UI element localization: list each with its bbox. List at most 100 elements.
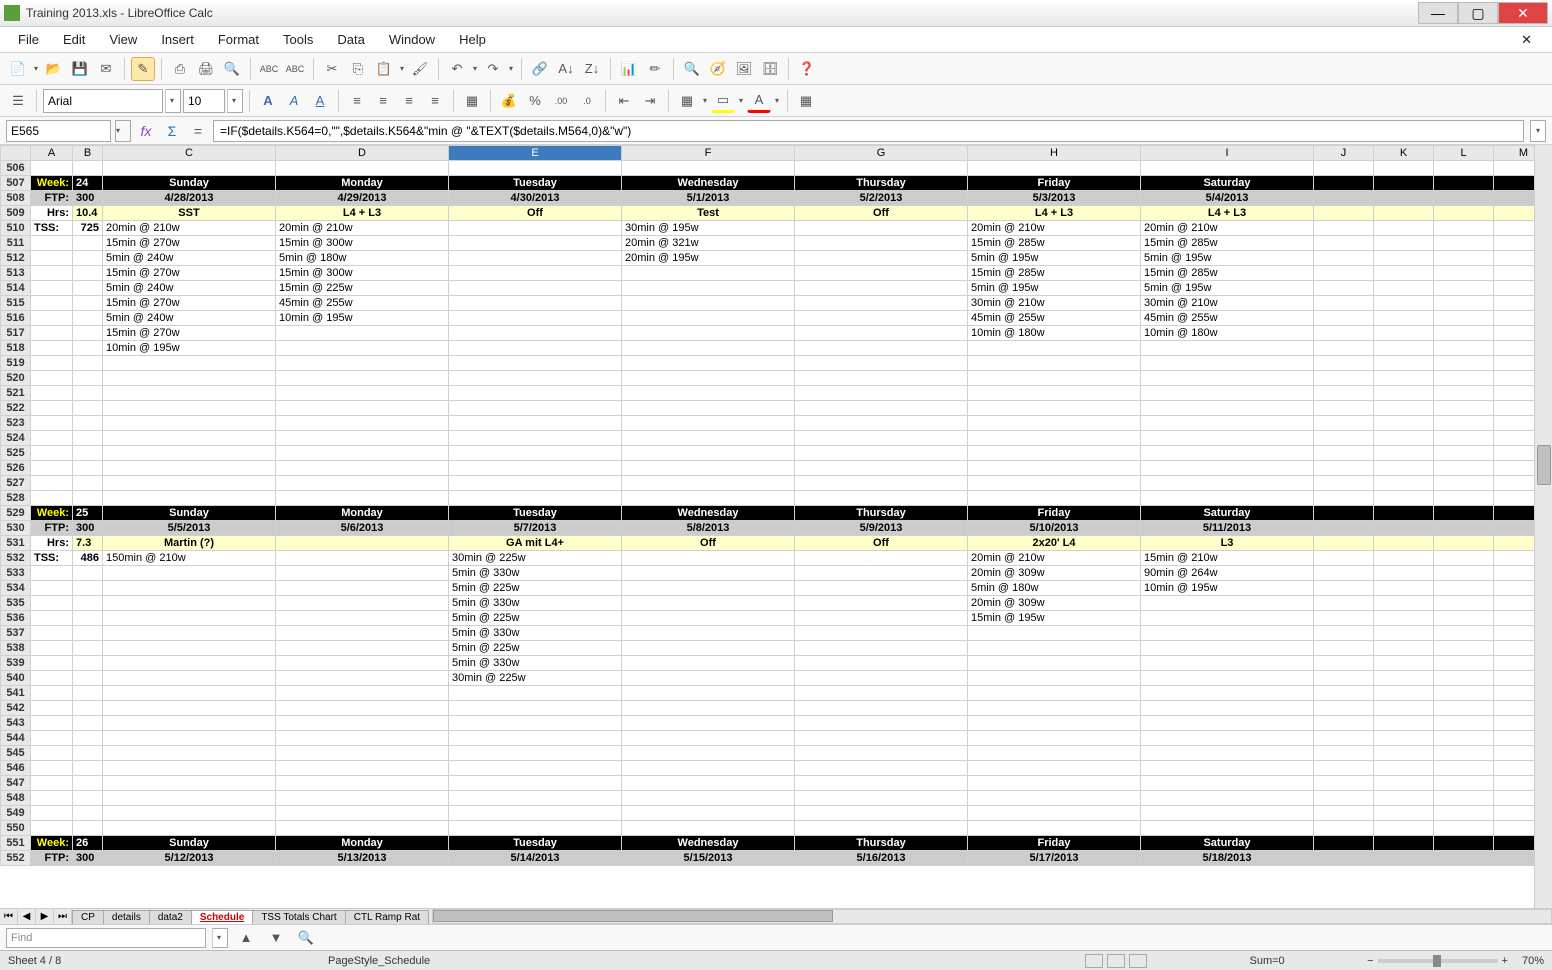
cell[interactable]: 30min @ 210w xyxy=(968,296,1141,311)
cell[interactable]: 30min @ 210w xyxy=(1141,296,1314,311)
find-dropdown-icon[interactable]: ▾ xyxy=(212,928,228,948)
cell[interactable] xyxy=(968,386,1141,401)
cell[interactable] xyxy=(1434,281,1494,296)
cell[interactable] xyxy=(795,491,968,506)
row-header[interactable]: 511 xyxy=(1,236,31,251)
cell[interactable] xyxy=(1494,296,1535,311)
row-header[interactable]: 512 xyxy=(1,251,31,266)
cell[interactable] xyxy=(1434,746,1494,761)
cell[interactable] xyxy=(1374,521,1434,536)
cell[interactable] xyxy=(1374,191,1434,206)
cell[interactable] xyxy=(1314,791,1374,806)
cell[interactable] xyxy=(73,686,103,701)
cell[interactable]: 5min @ 195w xyxy=(968,251,1141,266)
cell[interactable] xyxy=(1314,611,1374,626)
cell[interactable]: 24 xyxy=(73,176,103,191)
cell[interactable] xyxy=(1494,506,1535,521)
align-left-icon[interactable]: ≡ xyxy=(345,89,369,113)
cell[interactable] xyxy=(1494,401,1535,416)
cell[interactable] xyxy=(1434,476,1494,491)
cell[interactable]: 20min @ 309w xyxy=(968,596,1141,611)
cell[interactable] xyxy=(276,791,449,806)
cell[interactable] xyxy=(795,446,968,461)
row-header[interactable]: 536 xyxy=(1,611,31,626)
col-header-H[interactable]: H xyxy=(968,146,1141,161)
cell[interactable] xyxy=(276,356,449,371)
show-draw-icon[interactable]: ✏ xyxy=(643,57,667,81)
menu-tools[interactable]: Tools xyxy=(271,29,325,50)
help-icon[interactable]: ❓ xyxy=(795,57,819,81)
cell[interactable] xyxy=(1314,566,1374,581)
cell[interactable]: Friday xyxy=(968,506,1141,521)
cell[interactable] xyxy=(73,581,103,596)
cell[interactable] xyxy=(1314,671,1374,686)
cell[interactable]: 15min @ 270w xyxy=(103,326,276,341)
cell[interactable] xyxy=(276,371,449,386)
cell[interactable] xyxy=(1141,611,1314,626)
cell[interactable] xyxy=(276,161,449,176)
cell[interactable] xyxy=(1434,596,1494,611)
cell[interactable] xyxy=(1141,461,1314,476)
row-header[interactable]: 534 xyxy=(1,581,31,596)
borders-icon[interactable]: ▦ xyxy=(675,89,699,113)
cell[interactable] xyxy=(795,161,968,176)
cell[interactable]: 20min @ 321w xyxy=(622,236,795,251)
cell[interactable] xyxy=(73,356,103,371)
cell[interactable] xyxy=(1374,566,1434,581)
cell[interactable] xyxy=(276,761,449,776)
row-header[interactable]: 543 xyxy=(1,716,31,731)
cell[interactable] xyxy=(1374,491,1434,506)
cell[interactable] xyxy=(103,821,276,836)
cell[interactable] xyxy=(1374,776,1434,791)
cell[interactable]: Off xyxy=(449,206,622,221)
cell[interactable] xyxy=(1374,251,1434,266)
cell[interactable] xyxy=(1141,356,1314,371)
cell[interactable] xyxy=(968,356,1141,371)
cell[interactable] xyxy=(795,611,968,626)
cell[interactable]: 5min @ 330w xyxy=(449,656,622,671)
row-header[interactable]: 524 xyxy=(1,431,31,446)
cell[interactable] xyxy=(73,596,103,611)
cell[interactable]: 15min @ 300w xyxy=(276,266,449,281)
cell[interactable] xyxy=(622,446,795,461)
cell[interactable] xyxy=(31,296,73,311)
cell[interactable]: Tuesday xyxy=(449,506,622,521)
cell[interactable] xyxy=(1314,251,1374,266)
cell[interactable] xyxy=(622,641,795,656)
cell[interactable] xyxy=(449,461,622,476)
cell[interactable] xyxy=(103,491,276,506)
cell[interactable] xyxy=(1314,686,1374,701)
cell[interactable] xyxy=(1434,161,1494,176)
tab-prev-icon[interactable]: ◀ xyxy=(18,909,36,924)
paste-icon[interactable]: 📋 xyxy=(372,57,396,81)
cell[interactable] xyxy=(1314,176,1374,191)
cell[interactable] xyxy=(1494,821,1535,836)
cell[interactable]: Week: xyxy=(31,506,73,521)
email-icon[interactable]: ✉ xyxy=(94,57,118,81)
row-header[interactable]: 532 xyxy=(1,551,31,566)
cell[interactable] xyxy=(1314,806,1374,821)
cell[interactable]: 20min @ 195w xyxy=(622,251,795,266)
row-header[interactable]: 535 xyxy=(1,596,31,611)
sheet-tab-schedule[interactable]: Schedule xyxy=(191,910,253,924)
cell[interactable] xyxy=(795,746,968,761)
cell[interactable]: 10min @ 195w xyxy=(276,311,449,326)
cell[interactable] xyxy=(1494,176,1535,191)
cell[interactable] xyxy=(73,731,103,746)
cell[interactable]: 20min @ 210w xyxy=(968,551,1141,566)
cell[interactable]: 5/11/2013 xyxy=(1141,521,1314,536)
cell[interactable] xyxy=(73,611,103,626)
cell[interactable] xyxy=(1374,761,1434,776)
cell[interactable] xyxy=(73,761,103,776)
cell[interactable]: 15min @ 285w xyxy=(968,236,1141,251)
cell[interactable] xyxy=(968,401,1141,416)
row-header[interactable]: 531 xyxy=(1,536,31,551)
row-header[interactable]: 538 xyxy=(1,641,31,656)
row-header[interactable]: 527 xyxy=(1,476,31,491)
cell[interactable] xyxy=(622,356,795,371)
cell[interactable] xyxy=(449,356,622,371)
cell[interactable]: Off xyxy=(622,536,795,551)
cell[interactable]: 5min @ 240w xyxy=(103,251,276,266)
cell[interactable] xyxy=(1374,221,1434,236)
cell[interactable] xyxy=(31,356,73,371)
